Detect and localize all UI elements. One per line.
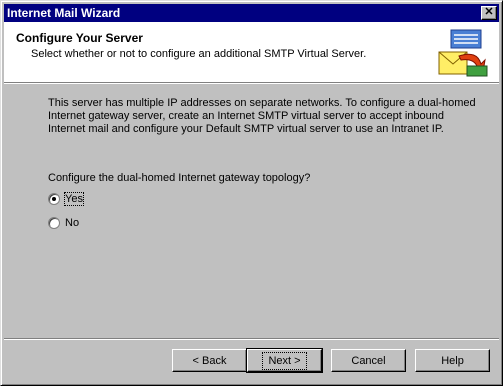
back-button-label: < Back bbox=[192, 354, 227, 367]
page-subtitle: Select whether or not to configure an ad… bbox=[31, 48, 367, 60]
radio-yes[interactable]: Yes bbox=[48, 192, 84, 206]
mail-wizard-icon bbox=[438, 29, 488, 77]
radio-no[interactable]: No bbox=[48, 217, 79, 229]
back-button[interactable]: < Back bbox=[172, 349, 247, 372]
wizard-window: Internet Mail Wizard ✕ Configure Your Se… bbox=[0, 0, 503, 386]
wizard-header: Configure Your Server Select whether or … bbox=[4, 22, 499, 82]
next-button[interactable]: Next > bbox=[246, 348, 323, 373]
radio-no-label[interactable]: No bbox=[65, 217, 79, 229]
description-text: This server has multiple IP addresses on… bbox=[48, 97, 476, 135]
help-button[interactable]: Help bbox=[415, 349, 490, 372]
footer-divider bbox=[4, 338, 499, 340]
help-button-label: Help bbox=[441, 354, 464, 367]
cancel-button[interactable]: Cancel bbox=[331, 349, 406, 372]
radio-yes-label[interactable]: Yes bbox=[64, 192, 84, 206]
radio-no-button[interactable] bbox=[48, 217, 60, 229]
cancel-button-label: Cancel bbox=[351, 354, 386, 367]
title-bar: Internet Mail Wizard ✕ bbox=[4, 4, 499, 22]
radio-yes-button[interactable] bbox=[48, 193, 60, 205]
next-button-label: Next > bbox=[262, 351, 307, 370]
close-button[interactable]: ✕ bbox=[481, 6, 497, 20]
page-title: Configure Your Server bbox=[16, 31, 143, 45]
header-divider bbox=[4, 82, 499, 84]
window-title: Internet Mail Wizard bbox=[7, 6, 121, 20]
topology-question: Configure the dual-homed Internet gatewa… bbox=[48, 172, 311, 184]
